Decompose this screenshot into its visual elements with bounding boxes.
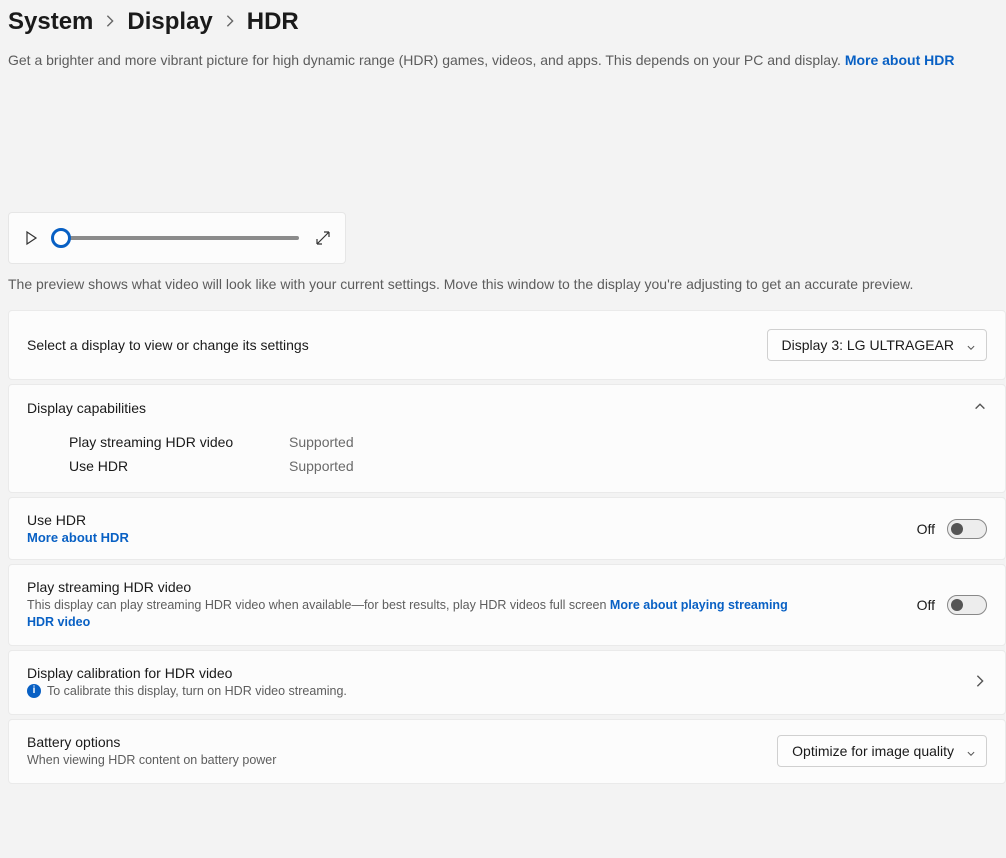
capability-row: Use HDR Supported	[69, 454, 987, 478]
play-streaming-sub-text: This display can play streaming HDR vide…	[27, 598, 610, 612]
select-display-value: Display 3: LG ULTRAGEAR	[782, 337, 954, 353]
display-capabilities-panel: Display capabilities Play streaming HDR …	[8, 384, 1006, 493]
battery-dropdown[interactable]: Optimize for image quality	[777, 735, 987, 767]
breadcrumb-system[interactable]: System	[8, 8, 93, 36]
chevron-right-icon	[221, 14, 239, 31]
chevron-right-icon	[101, 14, 119, 31]
slider-thumb[interactable]	[51, 228, 71, 248]
battery-dropdown-value: Optimize for image quality	[792, 743, 954, 759]
use-hdr-state: Off	[917, 521, 935, 537]
preview-control-bar	[8, 212, 346, 264]
calibration-info: i To calibrate this display, turn on HDR…	[27, 683, 347, 700]
chevron-up-icon	[973, 399, 987, 416]
capability-key: Play streaming HDR video	[69, 434, 249, 450]
capability-value: Supported	[289, 434, 354, 450]
chevron-down-icon	[966, 340, 976, 350]
expand-icon[interactable]	[315, 230, 331, 246]
display-capabilities-header[interactable]: Display capabilities	[9, 385, 1005, 430]
capability-row: Play streaming HDR video Supported	[69, 430, 987, 454]
play-streaming-toggle[interactable]	[947, 595, 987, 615]
battery-options-panel: Battery options When viewing HDR content…	[8, 719, 1006, 784]
use-hdr-title: Use HDR	[27, 512, 129, 528]
use-hdr-toggle[interactable]	[947, 519, 987, 539]
preview-slider[interactable]	[55, 228, 299, 248]
battery-sub: When viewing HDR content on battery powe…	[27, 752, 276, 769]
breadcrumb: System Display HDR	[8, 8, 1006, 48]
select-display-label: Select a display to view or change its s…	[27, 337, 309, 353]
use-hdr-more-link[interactable]: More about HDR	[27, 530, 129, 545]
play-streaming-title: Play streaming HDR video	[27, 579, 807, 595]
play-icon[interactable]	[23, 230, 39, 246]
breadcrumb-display[interactable]: Display	[127, 8, 212, 36]
battery-title: Battery options	[27, 734, 276, 750]
preview-note: The preview shows what video will look l…	[8, 276, 1006, 292]
page-description: Get a brighter and more vibrant picture …	[8, 48, 1006, 82]
calibration-info-text: To calibrate this display, turn on HDR v…	[47, 683, 347, 700]
info-icon: i	[27, 684, 41, 698]
play-streaming-sub: This display can play streaming HDR vide…	[27, 597, 807, 631]
play-streaming-state: Off	[917, 597, 935, 613]
display-capabilities-title: Display capabilities	[27, 400, 146, 416]
play-streaming-panel: Play streaming HDR video This display ca…	[8, 564, 1006, 646]
breadcrumb-current: HDR	[247, 8, 299, 36]
use-hdr-panel: Use HDR More about HDR Off	[8, 497, 1006, 560]
capability-value: Supported	[289, 458, 354, 474]
chevron-down-icon	[966, 746, 976, 756]
calibration-title: Display calibration for HDR video	[27, 665, 347, 681]
chevron-right-icon	[973, 674, 987, 691]
calibration-panel[interactable]: Display calibration for HDR video i To c…	[8, 650, 1006, 715]
select-display-panel: Select a display to view or change its s…	[8, 310, 1006, 380]
more-about-hdr-link[interactable]: More about HDR	[845, 52, 955, 68]
capability-key: Use HDR	[69, 458, 249, 474]
select-display-dropdown[interactable]: Display 3: LG ULTRAGEAR	[767, 329, 987, 361]
description-text: Get a brighter and more vibrant picture …	[8, 52, 845, 68]
